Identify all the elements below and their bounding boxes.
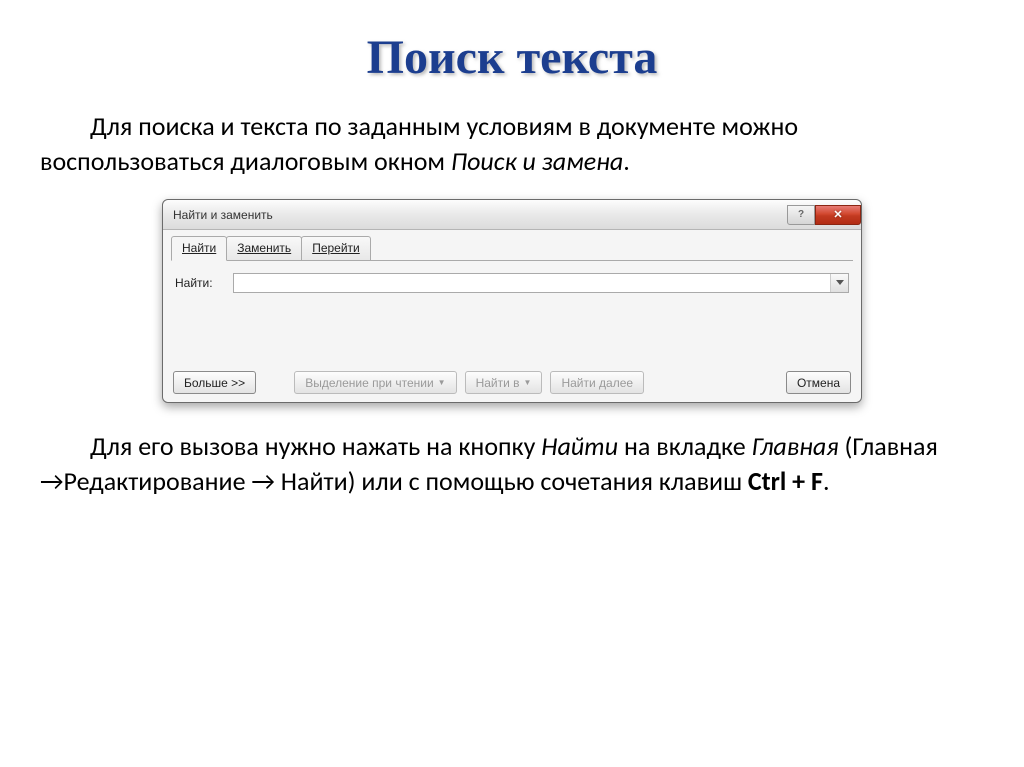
dialog-spacer — [171, 301, 853, 369]
tab-goto[interactable]: Перейти — [301, 236, 371, 260]
chevron-down-icon: ▼ — [438, 378, 446, 387]
dialog-body: Найти Заменить Перейти Найти: — [163, 230, 861, 402]
outro-d: . — [823, 465, 830, 497]
more-button-label: Больше >> — [184, 376, 245, 390]
tab-find-label: Найти — [182, 241, 216, 255]
intro-dialog-name: Поиск и замена — [451, 145, 623, 177]
find-in-button-label: Найти в — [476, 376, 520, 390]
find-label: Найти: — [175, 276, 227, 290]
find-history-dropdown[interactable] — [830, 274, 848, 292]
chevron-down-icon: ▼ — [524, 378, 532, 387]
titlebar-controls: ? ✕ — [787, 205, 861, 225]
help-button[interactable]: ? — [787, 205, 815, 225]
outro-find: Найти — [541, 430, 618, 462]
close-icon: ✕ — [833, 208, 842, 221]
close-button[interactable]: ✕ — [815, 205, 861, 225]
tab-replace-label: Заменить — [237, 241, 291, 255]
help-icon: ? — [798, 209, 804, 220]
find-input-wrap — [233, 273, 849, 293]
find-input[interactable] — [234, 274, 830, 292]
dialog-titlebar: Найти и заменить ? ✕ — [163, 200, 861, 230]
intro-text-before: Для поиска и текста по заданным условиям… — [40, 110, 798, 177]
highlight-button-label: Выделение при чтении — [305, 376, 433, 390]
tab-replace[interactable]: Заменить — [226, 236, 302, 260]
find-in-button[interactable]: Найти в ▼ — [465, 371, 543, 394]
outro-main: Главная — [752, 430, 839, 462]
intro-text-after: . — [623, 145, 630, 177]
dialog-title: Найти и заменить — [173, 208, 273, 222]
outro-paragraph: Для его вызова нужно нажать на кнопку На… — [40, 429, 984, 499]
find-next-button-label: Найти далее — [561, 376, 633, 390]
find-field-row: Найти: — [171, 271, 853, 301]
tab-goto-label: Перейти — [312, 241, 360, 255]
intro-paragraph: Для поиска и текста по заданным условиям… — [40, 109, 984, 179]
highlight-button[interactable]: Выделение при чтении ▼ — [294, 371, 456, 394]
outro-b: на вкладке — [618, 430, 751, 462]
button-row: Больше >> Выделение при чтении ▼ Найти в… — [171, 369, 853, 394]
chevron-down-icon — [836, 280, 844, 286]
outro-ctrl: Ctrl + F — [748, 465, 823, 497]
tabs: Найти Заменить Перейти — [171, 236, 853, 261]
outro-a: Для его вызова нужно нажать на кнопку — [90, 430, 541, 462]
cancel-button-label: Отмена — [797, 376, 840, 390]
find-replace-dialog: Найти и заменить ? ✕ Найти Заменить Пе — [162, 199, 862, 403]
cancel-button[interactable]: Отмена — [786, 371, 851, 394]
more-button[interactable]: Больше >> — [173, 371, 256, 394]
page-title: Поиск текста — [40, 30, 984, 85]
find-next-button[interactable]: Найти далее — [550, 371, 644, 394]
tab-find[interactable]: Найти — [171, 236, 227, 261]
